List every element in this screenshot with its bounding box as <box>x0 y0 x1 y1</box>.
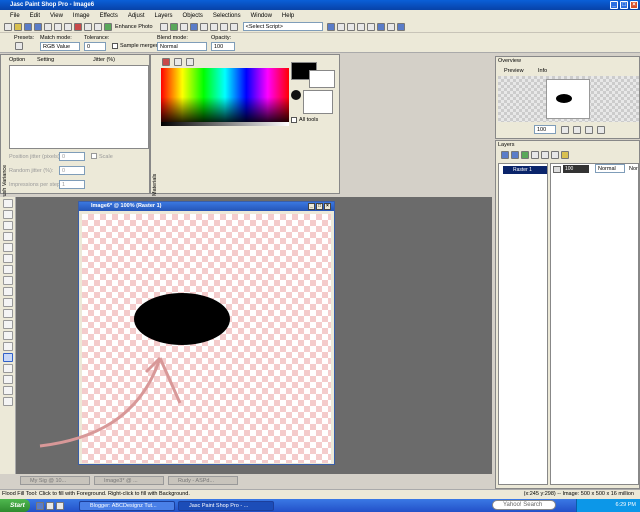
taskbar-blogger[interactable]: Blogger: ABCDesignz Tut... <box>79 500 175 511</box>
quicklaunch-outlook-icon[interactable] <box>56 501 64 510</box>
doc-tab-image3[interactable]: Image3* @ ... <box>94 476 164 485</box>
windows-taskbar: Start Blogger: ABCDesignz Tut... Jasc Pa… <box>0 499 640 512</box>
status-hint: Flood Fill Tool: Click to fill with Fore… <box>2 491 190 497</box>
quicklaunch-desktop-icon[interactable] <box>46 501 54 510</box>
status-bar: Flood Fill Tool: Click to fill with Fore… <box>0 489 640 499</box>
quicklaunch-ie-icon[interactable] <box>36 501 44 510</box>
clock: 6:29 PM <box>615 502 636 508</box>
taskbar-psp[interactable]: Jasc Paint Shop Pro - ... <box>178 500 274 511</box>
doc-tab-my-sig[interactable]: My Sig @ 10... <box>20 476 90 485</box>
status-coords: (x:245 y:298) -- Image: 500 x 500 x 16 m… <box>523 491 634 497</box>
system-tray: 6:29 PM <box>576 499 640 512</box>
document-tabs: My Sig @ 10... Image3* @ ... Rudy - ASPd… <box>16 474 492 486</box>
doc-tab-rudy[interactable]: Rudy - ASPd... <box>168 476 238 485</box>
start-button[interactable]: Start <box>0 499 30 512</box>
arrow-annotation <box>39 356 182 448</box>
yahoo-search-box[interactable]: Yahoo! Search <box>492 500 556 510</box>
